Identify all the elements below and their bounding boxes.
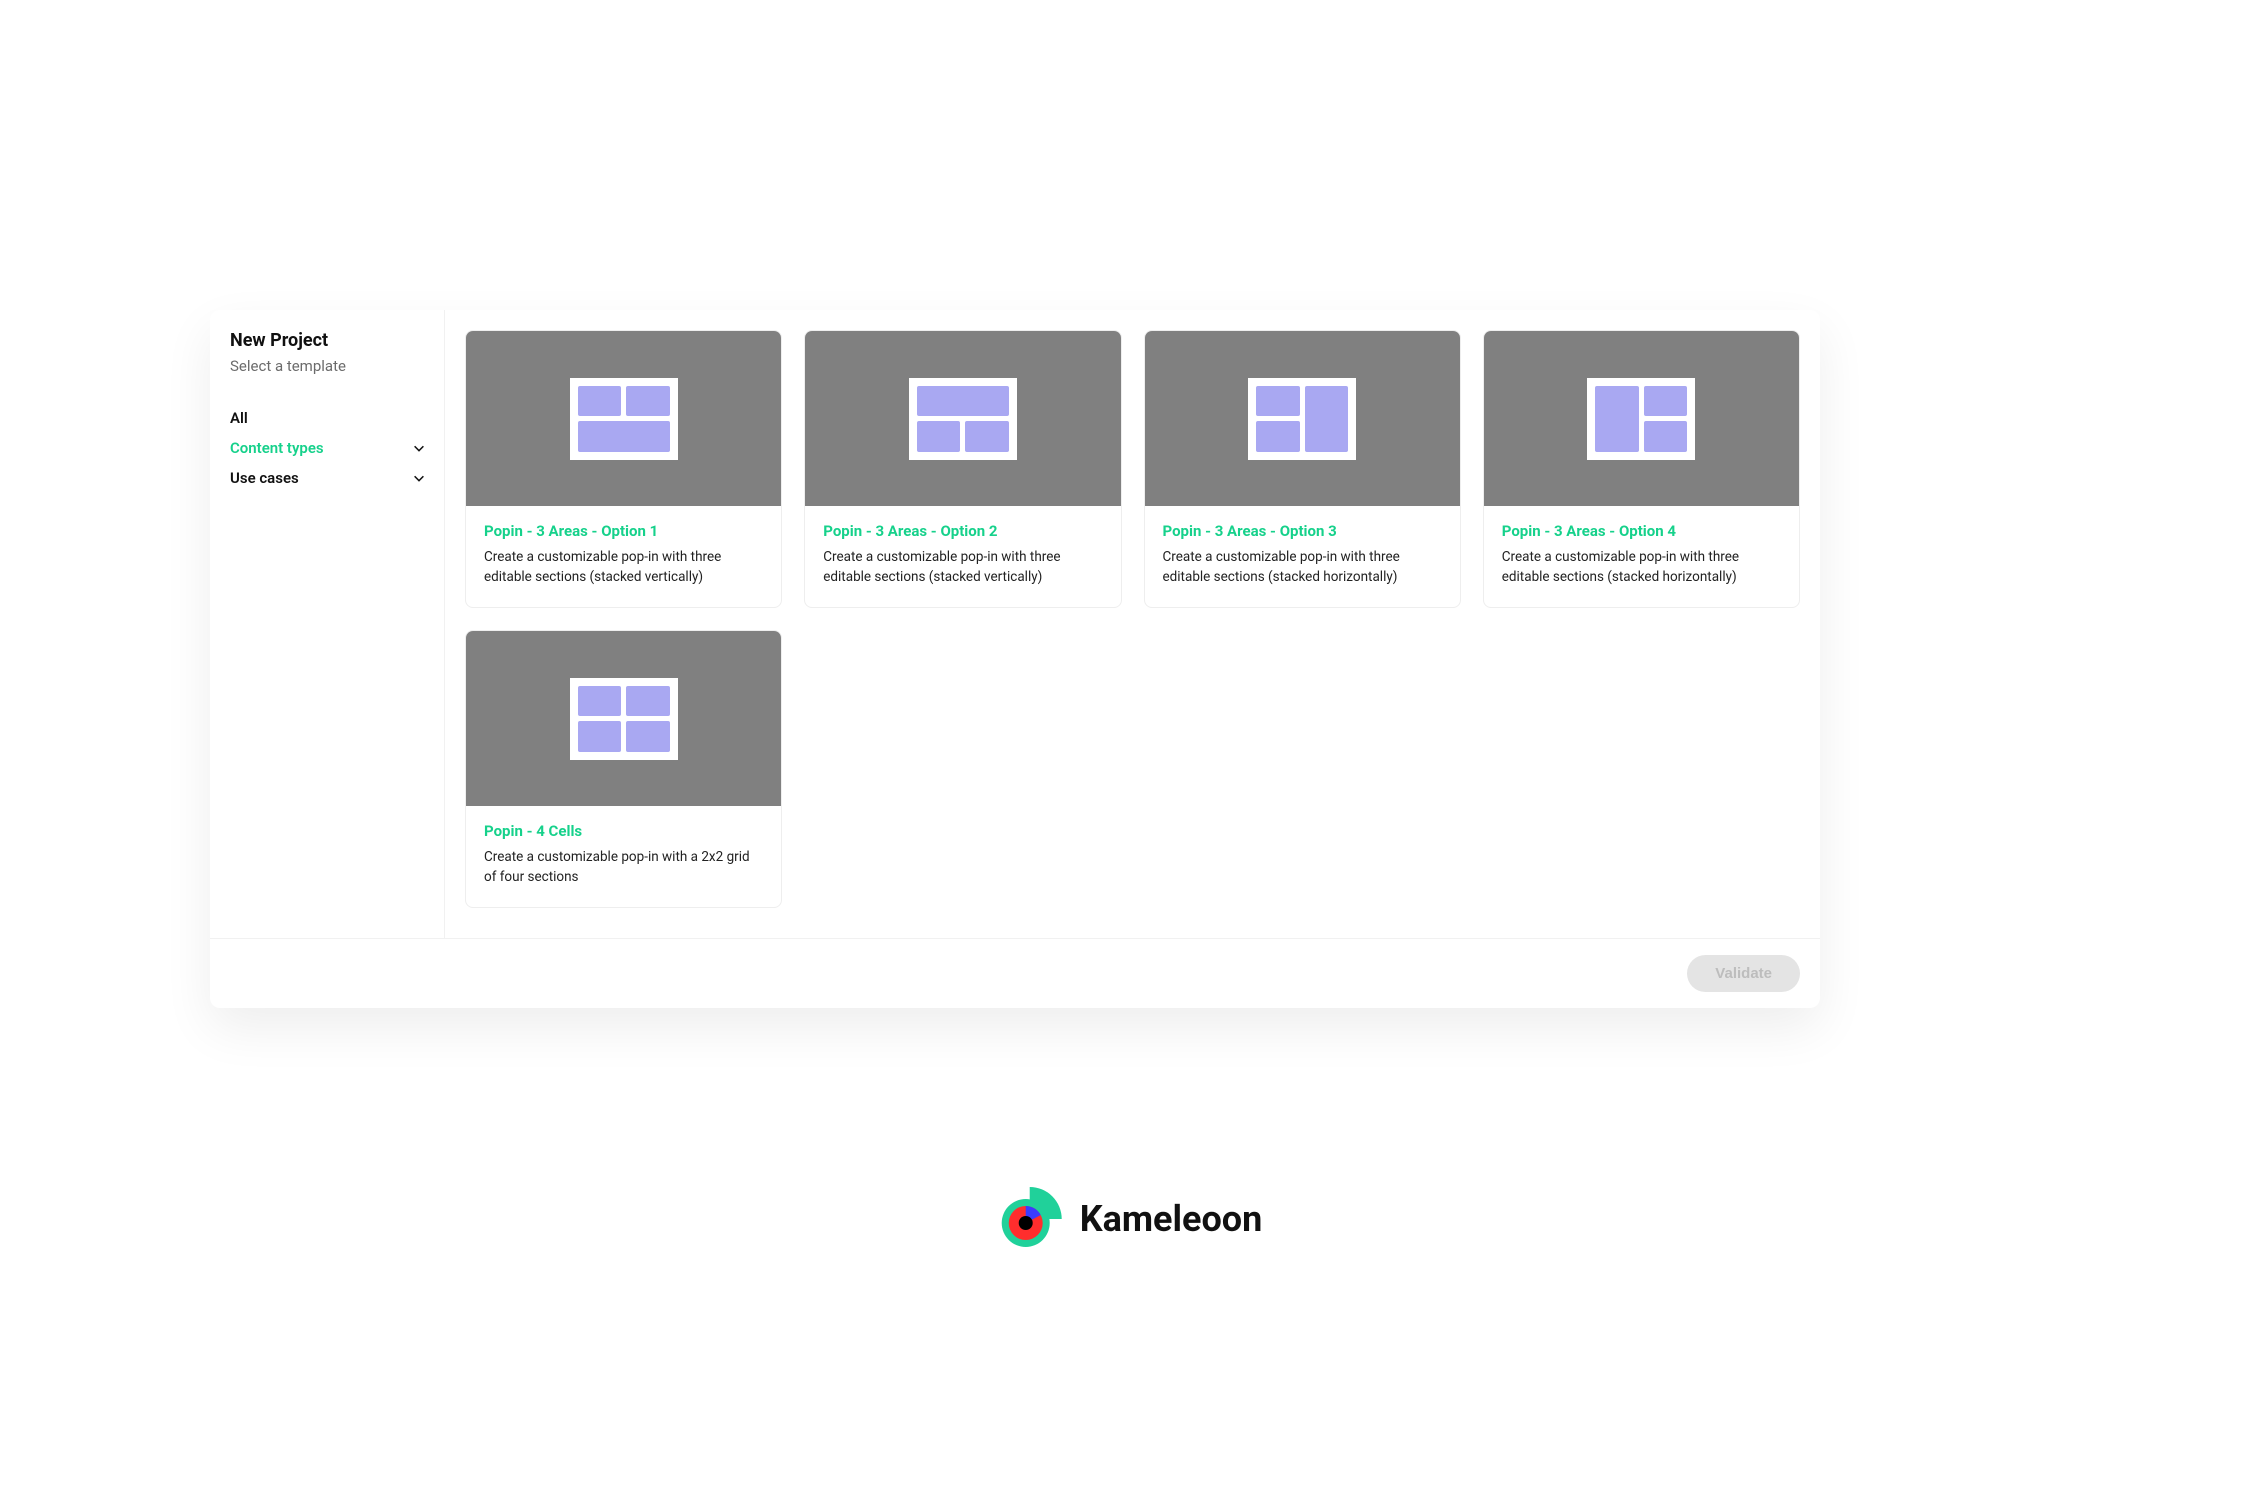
validate-button[interactable]: Validate [1687, 955, 1800, 992]
template-card-body: Popin - 3 Areas - Option 3 Create a custo… [1145, 506, 1460, 607]
filter-all[interactable]: All [230, 403, 426, 433]
template-thumbnail [1145, 331, 1460, 506]
template-description: Create a customizable pop-in with three … [1502, 548, 1781, 587]
template-picker-panel: New Project Select a template All Conten… [210, 310, 1820, 1008]
template-layout-cell [917, 421, 961, 452]
template-card[interactable]: Popin - 3 Areas - Option 1 Create a custo… [465, 330, 782, 608]
template-thumbnail [466, 331, 781, 506]
panel-footer: Validate [210, 938, 1820, 1008]
template-layout-cell [578, 386, 622, 417]
template-layout-cell [917, 386, 1009, 417]
sidebar-subtitle: Select a template [230, 357, 426, 375]
template-description: Create a customizable pop-in with three … [1163, 548, 1442, 587]
template-layout-cell [1305, 386, 1349, 452]
template-title: Popin - 4 Cells [484, 822, 763, 840]
template-layout-preview [909, 378, 1017, 460]
filter-content-types[interactable]: Content types [230, 433, 426, 463]
template-layout-cell [626, 686, 670, 717]
sidebar-title: New Project [230, 330, 426, 351]
sidebar: New Project Select a template All Conten… [210, 310, 445, 938]
brand-name: Kameleoon [1080, 1198, 1263, 1240]
template-thumbnail [805, 331, 1120, 506]
template-layout-preview [1248, 378, 1356, 460]
template-description: Create a customizable pop-in with three … [484, 548, 763, 587]
template-card-body: Popin - 4 Cells Create a customizable pop… [466, 806, 781, 907]
brand: Kameleoon [996, 1185, 1263, 1253]
template-card-body: Popin - 3 Areas - Option 1 Create a custo… [466, 506, 781, 607]
chevron-down-icon [412, 441, 426, 455]
chevron-down-icon [412, 471, 426, 485]
template-thumbnail [466, 631, 781, 806]
filter-label: All [230, 409, 248, 427]
template-description: Create a customizable pop-in with three … [823, 548, 1102, 587]
template-title: Popin - 3 Areas - Option 4 [1502, 522, 1781, 540]
template-layout-cell [578, 421, 670, 452]
template-thumbnail [1484, 331, 1799, 506]
template-card[interactable]: Popin - 3 Areas - Option 2 Create a custo… [804, 330, 1121, 608]
filter-label: Use cases [230, 469, 299, 487]
template-layout-preview [570, 378, 678, 460]
template-layout-cell [626, 386, 670, 417]
template-layout-cell [578, 721, 622, 752]
template-card[interactable]: Popin - 3 Areas - Option 3 Create a custo… [1144, 330, 1461, 608]
template-layout-cell [1256, 421, 1300, 452]
filter-use-cases[interactable]: Use cases [230, 463, 426, 493]
template-layout-cell [1595, 386, 1639, 452]
template-layout-cell [1256, 386, 1300, 417]
template-layout-preview [1587, 378, 1695, 460]
filter-label: Content types [230, 439, 324, 457]
template-title: Popin - 3 Areas - Option 2 [823, 522, 1102, 540]
template-title: Popin - 3 Areas - Option 3 [1163, 522, 1442, 540]
template-layout-cell [578, 686, 622, 717]
template-card-body: Popin - 3 Areas - Option 2 Create a custo… [805, 506, 1120, 607]
template-grid: Popin - 3 Areas - Option 1 Create a custo… [445, 310, 1820, 938]
template-card-body: Popin - 3 Areas - Option 4 Create a custo… [1484, 506, 1799, 607]
template-description: Create a customizable pop-in with a 2x2 … [484, 848, 763, 887]
template-card[interactable]: Popin - 3 Areas - Option 4 Create a custo… [1483, 330, 1800, 608]
template-layout-cell [1644, 386, 1688, 417]
brand-logo-icon [996, 1185, 1064, 1253]
template-title: Popin - 3 Areas - Option 1 [484, 522, 763, 540]
template-layout-cell [626, 721, 670, 752]
template-layout-cell [1644, 421, 1688, 452]
template-card[interactable]: Popin - 4 Cells Create a customizable pop… [465, 630, 782, 908]
template-layout-preview [570, 678, 678, 760]
template-layout-cell [965, 421, 1009, 452]
